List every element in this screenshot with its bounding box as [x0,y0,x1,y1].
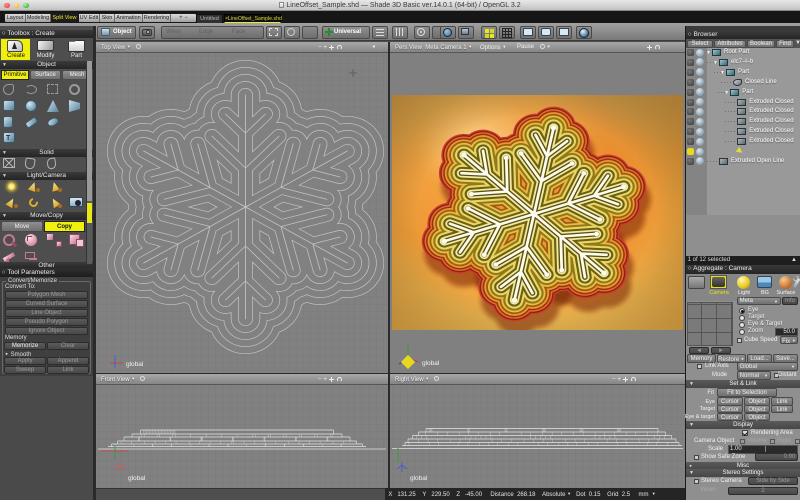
svg-text:global: global [422,360,440,367]
svg-text:global: global [410,475,428,482]
svg-text:global: global [128,475,146,482]
svg-text:global: global [126,361,144,368]
